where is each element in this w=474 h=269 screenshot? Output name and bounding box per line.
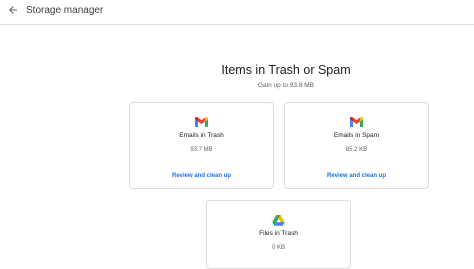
gmail-icon bbox=[285, 117, 428, 127]
section-heading: Items in Trash or Spam bbox=[221, 63, 351, 77]
arrow-left-icon bbox=[7, 3, 19, 21]
card-label: Emails in Trash bbox=[179, 132, 224, 139]
card-label: Emails in Spam bbox=[333, 132, 380, 139]
review-and-clean-up-button[interactable]: Review and clean up bbox=[130, 173, 273, 179]
section-subheading: Gain up to 93.8 MB bbox=[257, 82, 314, 89]
card-label: Files in Trash bbox=[259, 230, 298, 237]
card-size: 93.7 MB bbox=[190, 147, 213, 153]
card-size: 0 KB bbox=[271, 245, 285, 251]
google-drive-icon bbox=[207, 215, 350, 226]
emails-in-trash-card: Emails in Trash 93.7 MB Review and clean… bbox=[129, 102, 274, 189]
review-and-clean-up-button[interactable]: Review and clean up bbox=[285, 173, 428, 179]
card-size: 85.2 KB bbox=[345, 147, 368, 153]
files-in-trash-card: Files in Trash 0 KB bbox=[206, 200, 351, 269]
top-app-bar: Storage manager bbox=[0, 0, 474, 25]
gmail-icon bbox=[130, 117, 273, 127]
emails-in-spam-card: Emails in Spam 85.2 KB Review and clean … bbox=[284, 102, 429, 189]
back-button[interactable] bbox=[4, 3, 22, 21]
page-title: Storage manager bbox=[26, 5, 104, 16]
